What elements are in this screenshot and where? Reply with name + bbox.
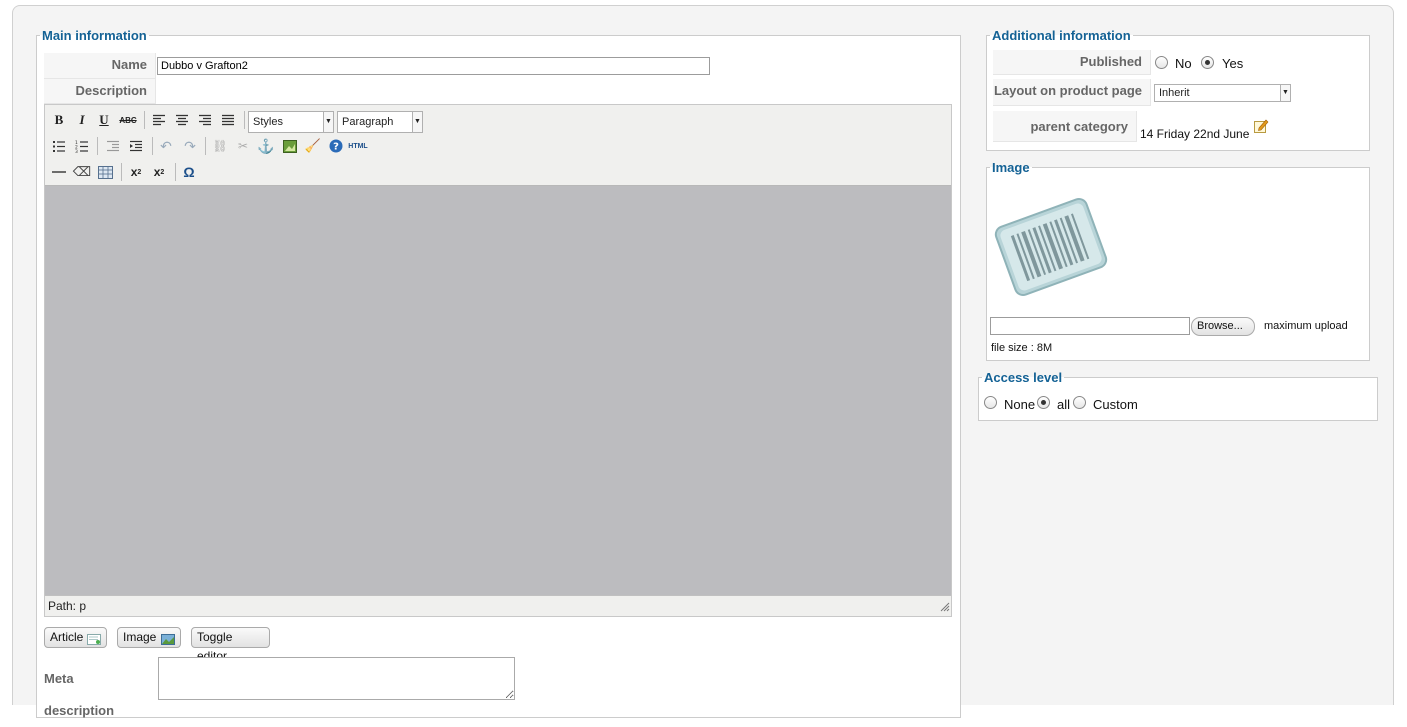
parent-category-label: parent category <box>993 111 1137 142</box>
access-custom-label: Custom <box>1093 397 1138 412</box>
align-left-icon[interactable] <box>149 110 169 130</box>
barcode-placeholder-image <box>993 195 1109 302</box>
chevron-down-icon: ▼ <box>412 112 422 132</box>
article-button[interactable]: Article <box>44 627 107 648</box>
subscript-icon[interactable]: x2 <box>126 162 146 182</box>
access-level-legend: Access level <box>984 370 1063 385</box>
toolbar-separator <box>121 163 122 181</box>
remove-format-icon[interactable]: ⌫ <box>72 162 92 182</box>
styles-select-value: Styles <box>253 116 283 128</box>
indent-icon[interactable] <box>126 136 146 156</box>
toolbar-separator <box>97 137 98 155</box>
name-label: Name <box>44 53 156 79</box>
editor-content-area[interactable] <box>45 185 951 596</box>
published-label: Published <box>993 50 1151 75</box>
editor-path: Path: p <box>48 599 87 613</box>
link-icon[interactable]: ⛓ <box>210 136 230 156</box>
cleanup-icon[interactable]: 🧹 <box>303 136 323 156</box>
align-justify-icon[interactable] <box>218 110 238 130</box>
unlink-icon[interactable]: ✂ <box>233 136 253 156</box>
numbered-list-icon[interactable]: 123 <box>72 136 92 156</box>
image-button[interactable]: Image <box>117 627 181 648</box>
published-no-label: No <box>1175 56 1192 71</box>
outdent-icon[interactable] <box>103 136 123 156</box>
name-input[interactable] <box>157 57 710 75</box>
meta-description-textarea[interactable] <box>158 657 515 700</box>
table-icon[interactable] <box>95 162 115 182</box>
bullet-list-icon[interactable] <box>49 136 69 156</box>
redo-icon[interactable]: ↷ <box>180 136 200 156</box>
description-label: Description <box>44 79 156 104</box>
bold-icon[interactable]: B <box>49 110 69 130</box>
toolbar-separator <box>152 137 153 155</box>
image-legend: Image <box>992 160 1030 175</box>
toolbar-separator <box>144 111 145 129</box>
toggle-editor-button[interactable]: Toggle editor <box>191 627 270 663</box>
toolbar-separator <box>175 163 176 181</box>
edit-category-icon[interactable] <box>1253 118 1269 137</box>
toolbar-separator <box>244 111 245 129</box>
svg-text:3: 3 <box>75 149 78 153</box>
image-file-path-input[interactable] <box>990 317 1190 335</box>
styles-select[interactable]: Styles ▼ <box>248 111 334 133</box>
published-yes-radio[interactable] <box>1201 56 1214 69</box>
underline-icon[interactable]: U <box>94 110 114 130</box>
align-center-icon[interactable] <box>172 110 192 130</box>
access-all-label: all <box>1057 397 1071 412</box>
undo-icon[interactable]: ↶ <box>156 136 176 156</box>
chevron-down-icon: ▼ <box>323 112 333 132</box>
format-select[interactable]: Paragraph ▼ <box>337 111 423 133</box>
upload-note-line2: file size : 8M <box>991 342 1053 354</box>
published-no-radio[interactable] <box>1155 56 1168 69</box>
italic-icon[interactable]: I <box>72 110 92 130</box>
strikethrough-icon[interactable]: ABC <box>118 110 138 130</box>
image-icon <box>161 632 175 651</box>
format-select-value: Paragraph <box>342 116 394 128</box>
article-icon <box>87 632 101 651</box>
layout-select[interactable]: Inherit ▼ <box>1154 84 1291 102</box>
horizontal-rule-icon[interactable] <box>49 162 69 182</box>
layout-select-value: Inherit <box>1159 87 1190 99</box>
access-custom-radio[interactable] <box>1073 396 1086 409</box>
svg-text:?: ? <box>333 142 339 153</box>
access-all-radio[interactable] <box>1037 396 1050 409</box>
additional-info-legend: Additional information <box>992 28 1131 43</box>
anchor-icon[interactable]: ⚓ <box>256 136 276 156</box>
access-level-fieldset: Access level <box>978 370 1378 421</box>
article-button-label: Article <box>50 630 84 644</box>
image-button-label: Image <box>123 630 157 644</box>
rich-text-editor: B I U ABC Styles ▼ Paragraph ▼ 123 ↶ ↷ ⛓ ✂… <box>44 104 952 617</box>
superscript-icon[interactable]: x2 <box>149 162 169 182</box>
access-none-radio[interactable] <box>984 396 997 409</box>
main-info-legend: Main information <box>42 28 147 43</box>
align-right-icon[interactable] <box>195 110 215 130</box>
chevron-down-icon: ▼ <box>1280 85 1290 101</box>
parent-category-value: 14 Friday 22nd June <box>1140 127 1250 141</box>
access-none-label: None <box>1004 397 1036 412</box>
meta-description-label: Meta description <box>44 671 115 718</box>
html-source-icon[interactable]: HTML <box>348 136 368 156</box>
special-char-icon[interactable]: Ω <box>179 162 199 182</box>
published-yes-label: Yes <box>1222 56 1244 71</box>
insert-image-icon[interactable] <box>280 136 300 156</box>
toolbar-separator <box>205 137 206 155</box>
layout-label: Layout on product page <box>993 79 1151 106</box>
browse-button[interactable]: Browse... <box>1191 317 1255 336</box>
upload-note-line1: maximum upload <box>1264 320 1348 332</box>
resize-handle-icon[interactable] <box>940 601 950 615</box>
help-icon[interactable]: ? <box>326 136 346 156</box>
